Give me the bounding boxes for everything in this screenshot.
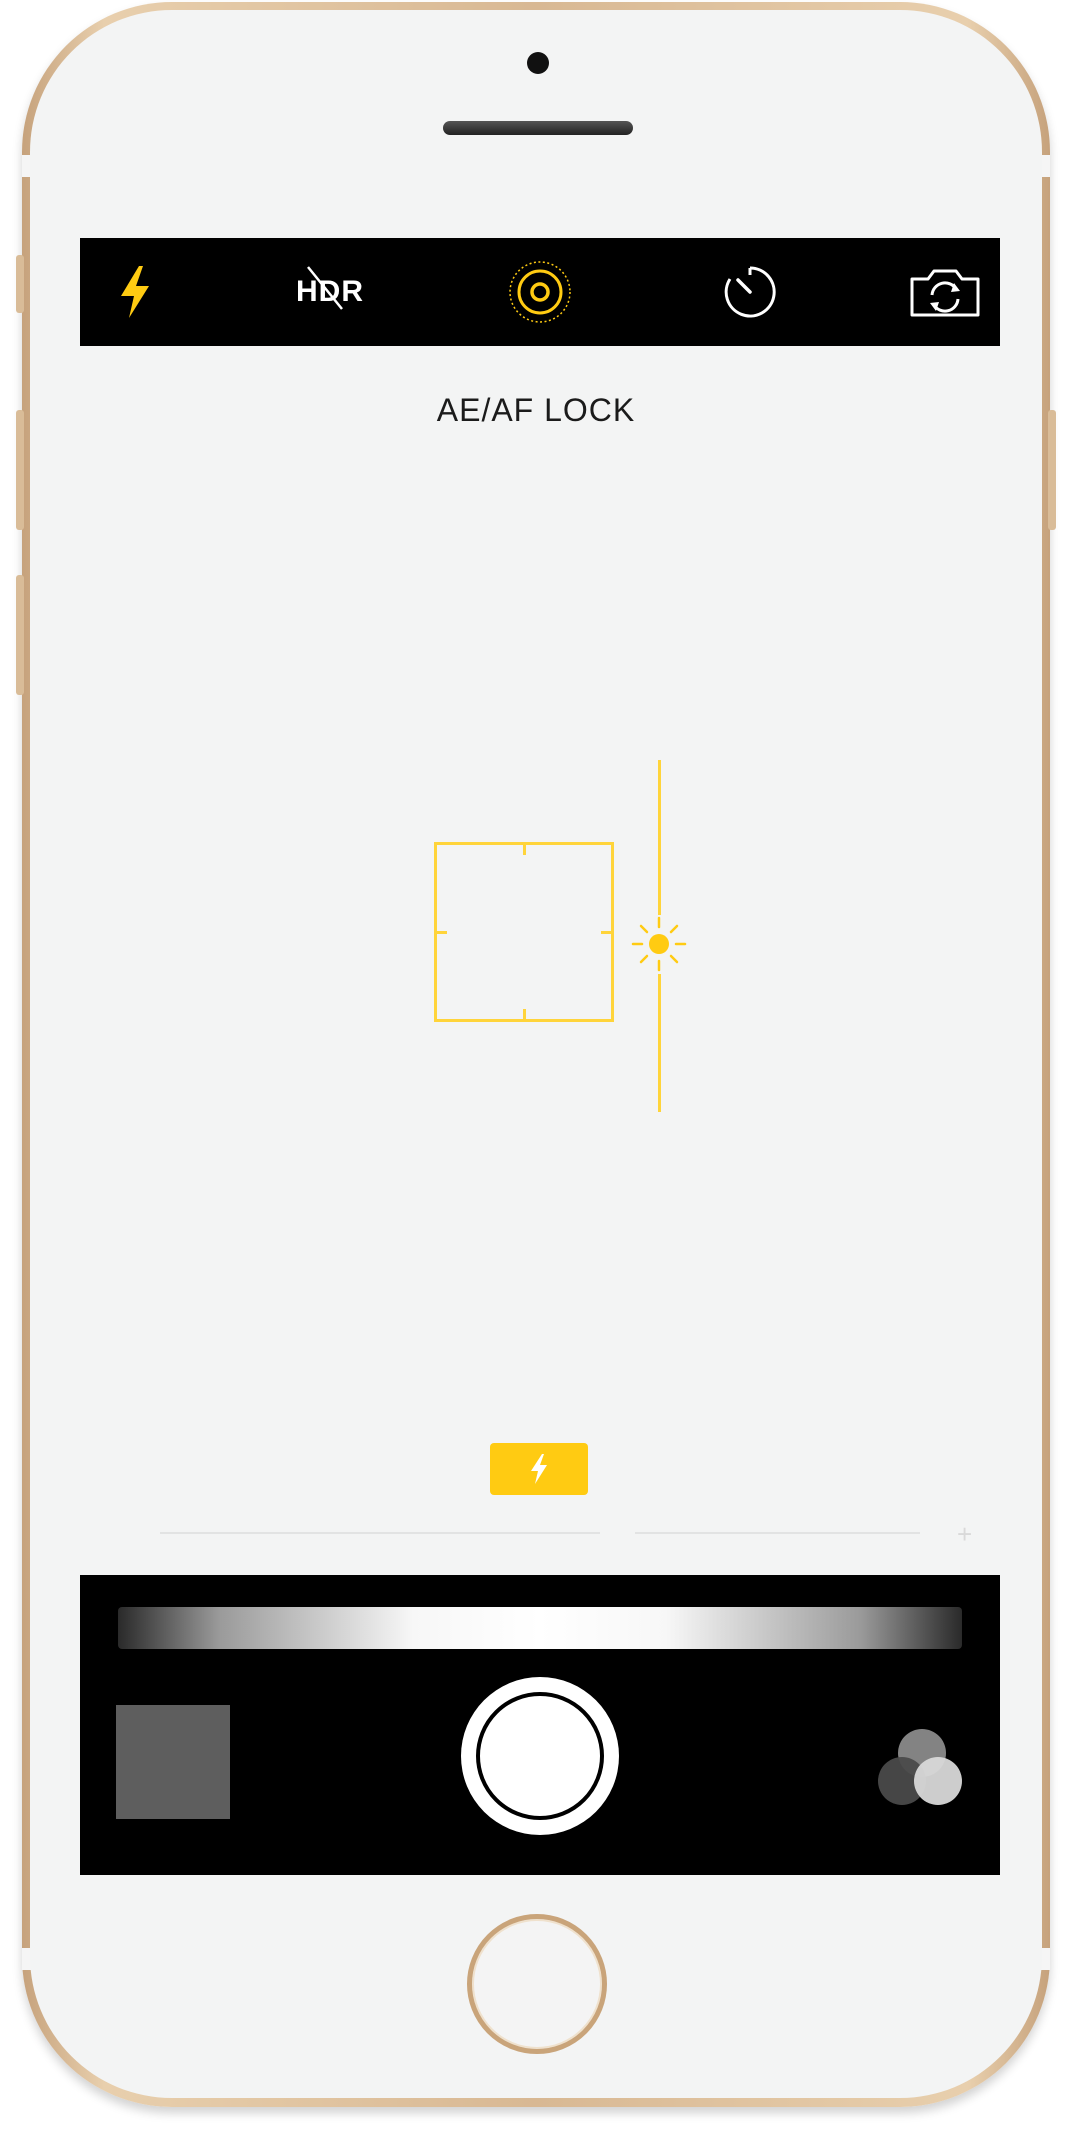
switch-camera-button[interactable] <box>900 238 990 346</box>
flash-icon <box>531 1454 547 1484</box>
camera-top-bar: HDR <box>80 238 1000 346</box>
home-button[interactable] <box>467 1914 607 2054</box>
switch-camera-icon <box>910 269 980 317</box>
focus-square[interactable] <box>434 842 614 1022</box>
zoom-track <box>160 1532 600 1534</box>
focus-tick <box>523 1009 526 1019</box>
mode-slider[interactable] <box>118 1607 962 1649</box>
live-photo-icon <box>509 261 571 323</box>
focus-tick <box>437 931 447 934</box>
earpiece-speaker <box>443 121 633 135</box>
flash-icon <box>121 266 149 318</box>
mute-switch <box>16 255 24 313</box>
hdr-off-slash-icon <box>307 266 343 310</box>
timer-button[interactable] <box>710 238 790 346</box>
front-camera <box>527 52 549 74</box>
camera-bottom-bar <box>80 1575 1000 1875</box>
flash-indicator-badge <box>490 1443 588 1495</box>
volume-down-button <box>16 575 24 695</box>
focus-tick <box>601 931 611 934</box>
exposure-slider-track[interactable] <box>658 760 661 915</box>
phone-mockup: HDR AE/AF LOCK + <box>0 0 1072 2136</box>
flash-button[interactable] <box>100 238 170 346</box>
shutter-button[interactable] <box>461 1677 619 1835</box>
timer-icon <box>724 266 776 318</box>
zoom-plus-icon: + <box>957 1519 973 1549</box>
exposure-slider-track[interactable] <box>658 974 661 1112</box>
focus-tick <box>523 845 526 855</box>
ae-af-lock-label: AE/AF LOCK <box>436 392 636 428</box>
shutter-inner-ring <box>476 1692 604 1820</box>
sun-icon[interactable] <box>629 914 689 974</box>
hdr-button[interactable]: HDR <box>285 238 375 346</box>
zoom-track <box>635 1532 920 1534</box>
live-photo-button[interactable] <box>505 238 575 346</box>
last-photo-thumbnail[interactable] <box>116 1705 230 1819</box>
filters-icon[interactable] <box>870 1723 970 1813</box>
